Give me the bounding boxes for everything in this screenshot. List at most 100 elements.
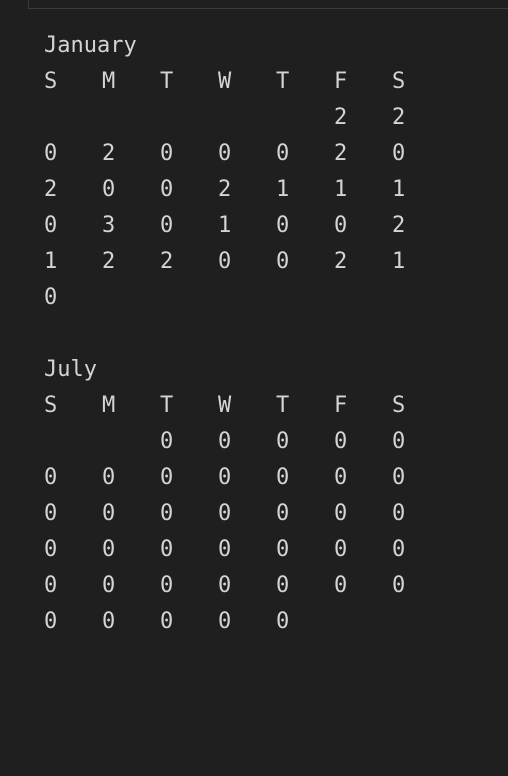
weekday-header: T (160, 393, 174, 418)
day-count-cell: 2 (218, 177, 232, 202)
day-count-cell: 0 (160, 537, 174, 562)
weekday-header: S (44, 393, 58, 418)
day-count-cell: 2 (102, 141, 116, 166)
day-count-cell: 1 (44, 249, 58, 274)
day-count-cell: 2 (334, 249, 348, 274)
weekday-header: M (102, 69, 116, 94)
day-count-cell: 0 (44, 573, 58, 598)
day-count-cell: 0 (102, 573, 116, 598)
day-count-cell: 1 (392, 177, 406, 202)
calendar-week-row: 2 0 0 2 1 1 1 (44, 172, 450, 208)
day-count-cell: 2 (44, 177, 58, 202)
day-count-cell: 0 (44, 213, 58, 238)
top-panel-border (28, 0, 508, 9)
day-count-cell: 1 (276, 177, 290, 202)
weekday-header: M (102, 393, 116, 418)
day-count-cell: 2 (334, 141, 348, 166)
calendar-week-row: 0 0 0 0 0 (44, 424, 450, 460)
day-count-cell: 0 (276, 501, 290, 526)
day-count-cell: 0 (218, 249, 232, 274)
month-title: July (44, 357, 97, 382)
day-count-cell: 0 (160, 141, 174, 166)
day-count-cell: 0 (276, 429, 290, 454)
weekday-header: F (334, 393, 348, 418)
day-count-cell: 0 (218, 465, 232, 490)
day-count-cell: 0 (218, 609, 232, 634)
day-count-cell: 0 (44, 609, 58, 634)
weekday-header: T (160, 69, 174, 94)
day-count-cell: 1 (218, 213, 232, 238)
calendar-week-row: 0 0 0 0 0 0 0 (44, 496, 450, 532)
day-count-cell: 0 (334, 573, 348, 598)
weekday-header: T (276, 69, 290, 94)
day-count-cell: 0 (276, 249, 290, 274)
weekday-header: S (44, 69, 58, 94)
calendar-week-row: 0 0 0 0 0 0 0 (44, 568, 450, 604)
day-count-cell: 0 (392, 465, 406, 490)
day-count-cell: 0 (276, 213, 290, 238)
day-count-cell: 0 (218, 573, 232, 598)
day-count-cell: 0 (160, 573, 174, 598)
day-count-cell: 0 (334, 213, 348, 238)
day-count-cell: 3 (102, 213, 116, 238)
day-count-cell: 0 (44, 465, 58, 490)
weekday-header: S (392, 393, 406, 418)
day-count-cell: 0 (392, 141, 406, 166)
calendar-july: July SMTWTFS 000000000000000000000000000… (44, 352, 450, 640)
month-title: January (44, 33, 137, 58)
day-count-cell: 0 (160, 429, 174, 454)
day-count-cell: 0 (102, 609, 116, 634)
calendar-week-row: 0 (44, 280, 450, 316)
day-count-cell: 2 (334, 105, 348, 130)
calendar-week-row: 0 3 0 1 0 0 2 (44, 208, 450, 244)
day-count-cell: 0 (218, 429, 232, 454)
weekday-header: F (334, 69, 348, 94)
day-count-cell: 0 (218, 141, 232, 166)
day-count-cell: 1 (392, 249, 406, 274)
weekday-header-row: SMTWTFS (44, 64, 450, 100)
day-count-cell: 0 (218, 501, 232, 526)
day-count-cell: 0 (160, 177, 174, 202)
day-count-cell: 0 (334, 465, 348, 490)
day-count-cell: 0 (392, 429, 406, 454)
day-count-cell: 2 (160, 249, 174, 274)
weekday-header: W (218, 393, 232, 418)
day-count-cell: 0 (392, 501, 406, 526)
day-count-cell: 2 (102, 249, 116, 274)
calendar-rows: 2202000202002111030100212200210 (44, 100, 450, 316)
calendar-week-row: 0 0 0 0 0 0 0 (44, 532, 450, 568)
calendar-week-row: 0 2 0 0 0 2 0 (44, 136, 450, 172)
day-count-cell: 2 (392, 213, 406, 238)
day-count-cell: 0 (218, 537, 232, 562)
weekday-header: W (218, 69, 232, 94)
day-count-cell: 0 (102, 501, 116, 526)
day-count-cell: 0 (44, 537, 58, 562)
weekday-header: T (276, 393, 290, 418)
day-count-cell: 0 (44, 285, 58, 310)
day-count-cell: 0 (160, 501, 174, 526)
calendar-week-row: 0 0 0 0 0 (44, 604, 450, 640)
day-count-cell: 0 (160, 213, 174, 238)
day-count-cell: 0 (276, 609, 290, 634)
day-count-cell: 0 (160, 465, 174, 490)
weekday-header: S (392, 69, 406, 94)
day-count-cell: 0 (392, 537, 406, 562)
day-count-cell: 0 (102, 465, 116, 490)
day-count-cell: 0 (334, 537, 348, 562)
day-count-cell: 0 (334, 429, 348, 454)
day-count-cell: 2 (392, 105, 406, 130)
day-count-cell: 0 (102, 177, 116, 202)
day-count-cell: 0 (392, 573, 406, 598)
day-count-cell: 0 (276, 465, 290, 490)
day-count-cell: 0 (276, 537, 290, 562)
calendar-week-row: 0 0 0 0 0 0 0 (44, 460, 450, 496)
day-count-cell: 0 (160, 609, 174, 634)
weekday-header-row: SMTWTFS (44, 388, 450, 424)
calendar-week-row: 22 (44, 100, 450, 136)
day-count-cell: 0 (44, 141, 58, 166)
calendar-january: January SMTWTFS 220200020200211103010021… (44, 28, 450, 316)
day-count-cell: 0 (276, 573, 290, 598)
day-count-cell: 0 (276, 141, 290, 166)
day-count-cell: 1 (334, 177, 348, 202)
day-count-cell: 0 (334, 501, 348, 526)
